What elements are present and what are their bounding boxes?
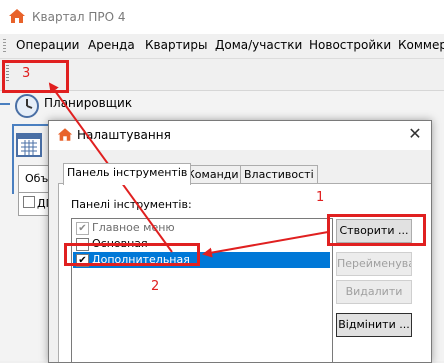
workspace-accent-line	[12, 124, 48, 126]
annotation-box-2	[64, 243, 200, 266]
annotation-number-3: 3	[22, 66, 31, 81]
menu-item-commercial[interactable]: Коммер	[398, 38, 444, 52]
menu-item-new-buildings[interactable]: Новостройки	[309, 38, 391, 52]
menu-bar: Операции Аренда Квартиры Дома/участки Но…	[0, 34, 444, 59]
toolbars-list-label: Панелі інструментів:	[71, 198, 192, 211]
menu-bar-grip[interactable]	[3, 39, 6, 53]
list-item[interactable]: ✔ Главное меню	[73, 220, 330, 236]
toolbars-list[interactable]: ✔ Главное меню Основная ✔ Дополнительная	[71, 218, 333, 362]
annotation-number-1: 1	[316, 190, 325, 205]
dialog-title-bar: Налаштування ✕	[49, 121, 431, 150]
header-checkbox[interactable]	[23, 196, 35, 208]
close-icon[interactable]: ✕	[405, 124, 425, 144]
dialog-title: Налаштування	[77, 128, 171, 142]
house-icon	[57, 128, 73, 141]
house-icon	[9, 9, 25, 23]
planner-label[interactable]: Планировщик	[44, 96, 132, 110]
menu-item-rent[interactable]: Аренда	[88, 38, 135, 52]
tab-toolbars[interactable]: Панель інструментів	[63, 163, 192, 185]
clock-icon[interactable]	[14, 93, 40, 119]
tab-properties[interactable]: Властивості	[240, 165, 318, 184]
workspace-accent-line	[0, 103, 10, 105]
annotation-box-3	[2, 60, 69, 93]
menu-item-apartments[interactable]: Квартиры	[145, 38, 207, 52]
rename-button[interactable]: Перейменувати	[336, 252, 412, 276]
calendar-icon[interactable]	[16, 131, 42, 157]
tab-commands[interactable]: Команди	[183, 165, 243, 184]
delete-button[interactable]: Видалити	[336, 280, 412, 304]
annotation-number-2: 2	[151, 279, 160, 294]
app-title-bar: Квартал ПРО 4	[0, 0, 444, 34]
check-icon[interactable]: ✔	[76, 222, 89, 235]
workspace-accent-line	[12, 124, 14, 194]
menu-item-houses[interactable]: Дома/участки	[215, 38, 302, 52]
objects-tab-label: Объ	[25, 172, 49, 185]
app-title: Квартал ПРО 4	[32, 10, 126, 24]
annotation-box-1	[327, 214, 426, 246]
reset-button[interactable]: Відмінити ...	[336, 313, 412, 337]
menu-item-operations[interactable]: Операции	[16, 38, 79, 52]
list-item-label: Главное меню	[92, 221, 175, 234]
